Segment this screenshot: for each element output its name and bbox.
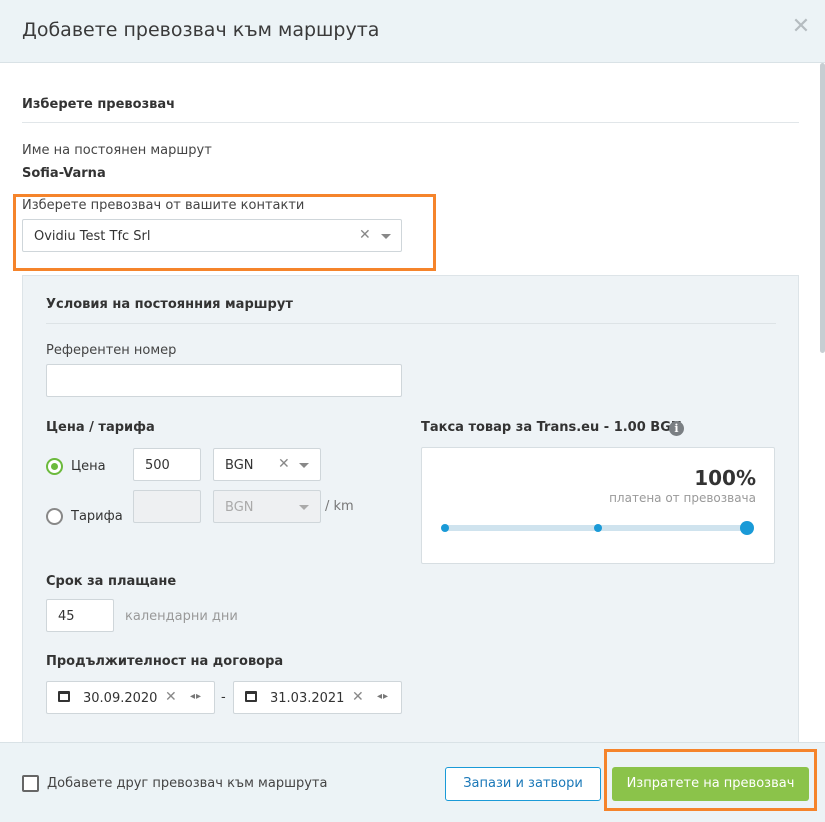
conditions-title: Условия на постоянния маршрут bbox=[46, 297, 293, 312]
route-conditions-panel: Условия на постоянния маршрут Референтен… bbox=[22, 275, 799, 745]
rate-amount-input[interactable] bbox=[133, 490, 201, 523]
stepper-icon[interactable]: ◂▸ bbox=[377, 691, 389, 702]
price-radio[interactable] bbox=[46, 458, 63, 475]
payment-term-input[interactable]: 45 bbox=[46, 599, 114, 632]
add-carrier-modal: Добавете превозвач към маршрута ✕ Избере… bbox=[0, 0, 825, 822]
rate-currency-select[interactable]: BGN bbox=[213, 490, 321, 523]
send-to-carrier-button[interactable]: Изпратете на превозвач bbox=[612, 767, 809, 801]
price-radio-label: Цена bbox=[71, 459, 106, 474]
carrier-select[interactable]: Ovidiu Test Tfc Srl ✕ bbox=[22, 219, 402, 252]
payment-term-title: Срок за плащане bbox=[46, 574, 177, 589]
reference-label: Референтен номер bbox=[46, 343, 177, 358]
rate-currency-value: BGN bbox=[225, 500, 254, 515]
route-name-value: Sofia-Varna bbox=[22, 166, 106, 181]
contract-end-value: 31.03.2021 bbox=[270, 691, 345, 706]
fee-slider-handle[interactable] bbox=[740, 521, 754, 535]
payment-term-value: 45 bbox=[58, 609, 75, 624]
fee-percent: 100% bbox=[694, 466, 756, 490]
date-separator: - bbox=[221, 690, 226, 705]
fee-title: Такса товар за Trans.eu - 1.00 BGN bbox=[421, 420, 682, 435]
divider bbox=[22, 122, 799, 123]
modal-header: Добавете превозвач към маршрута ✕ bbox=[0, 0, 825, 63]
contract-end-date[interactable]: 31.03.2021 ✕ ◂▸ bbox=[233, 681, 402, 714]
save-close-button[interactable]: Запази и затвори bbox=[445, 767, 601, 801]
clear-icon[interactable]: ✕ bbox=[165, 689, 177, 705]
carrier-select-value: Ovidiu Test Tfc Srl bbox=[34, 229, 151, 244]
info-icon[interactable]: i bbox=[669, 421, 684, 436]
rate-radio-label: Тарифа bbox=[71, 509, 123, 524]
stepper-icon[interactable]: ◂▸ bbox=[190, 691, 202, 702]
add-carrier-checkbox-label: Добавете друг превозвач към маршрута bbox=[47, 776, 328, 791]
modal-footer: Добавете друг превозвач към маршрута Зап… bbox=[0, 742, 825, 822]
close-icon[interactable]: ✕ bbox=[791, 16, 811, 38]
chevron-down-icon[interactable] bbox=[381, 234, 391, 239]
modal-title: Добавете превозвач към маршрута bbox=[22, 19, 380, 41]
route-name-label: Име на постоянен маршрут bbox=[22, 143, 212, 158]
fee-box: 100% платена от превозвача bbox=[421, 447, 775, 564]
slider-stop-min[interactable] bbox=[441, 524, 449, 532]
reference-input[interactable] bbox=[46, 364, 402, 397]
payment-term-unit: календарни дни bbox=[125, 609, 238, 624]
section-title: Изберете превозвач bbox=[22, 97, 176, 112]
contract-start-value: 30.09.2020 bbox=[83, 691, 158, 706]
calendar-icon[interactable] bbox=[245, 691, 257, 702]
fee-caption: платена от превозвача bbox=[609, 491, 756, 505]
clear-icon[interactable]: ✕ bbox=[352, 689, 364, 705]
chevron-down-icon[interactable] bbox=[299, 505, 309, 510]
price-currency-select[interactable]: BGN ✕ bbox=[213, 448, 321, 481]
price-amount-value: 500 bbox=[145, 458, 170, 473]
rate-radio[interactable] bbox=[46, 508, 63, 525]
add-carrier-checkbox[interactable] bbox=[22, 775, 39, 792]
scrollbar[interactable] bbox=[820, 63, 825, 353]
chevron-down-icon[interactable] bbox=[299, 463, 309, 468]
clear-icon[interactable]: ✕ bbox=[359, 227, 371, 243]
rate-unit: / km bbox=[325, 499, 354, 514]
price-section-title: Цена / тарифа bbox=[46, 420, 155, 435]
price-currency-value: BGN bbox=[225, 458, 254, 473]
clear-icon[interactable]: ✕ bbox=[278, 456, 290, 472]
divider bbox=[46, 323, 776, 324]
contract-start-date[interactable]: 30.09.2020 ✕ ◂▸ bbox=[46, 681, 215, 714]
slider-stop-mid[interactable] bbox=[594, 524, 602, 532]
carrier-select-label: Изберете превозвач от вашите контакти bbox=[22, 198, 305, 213]
calendar-icon[interactable] bbox=[58, 691, 70, 702]
price-amount-input[interactable]: 500 bbox=[133, 448, 201, 481]
contract-duration-title: Продължителност на договора bbox=[46, 654, 284, 669]
